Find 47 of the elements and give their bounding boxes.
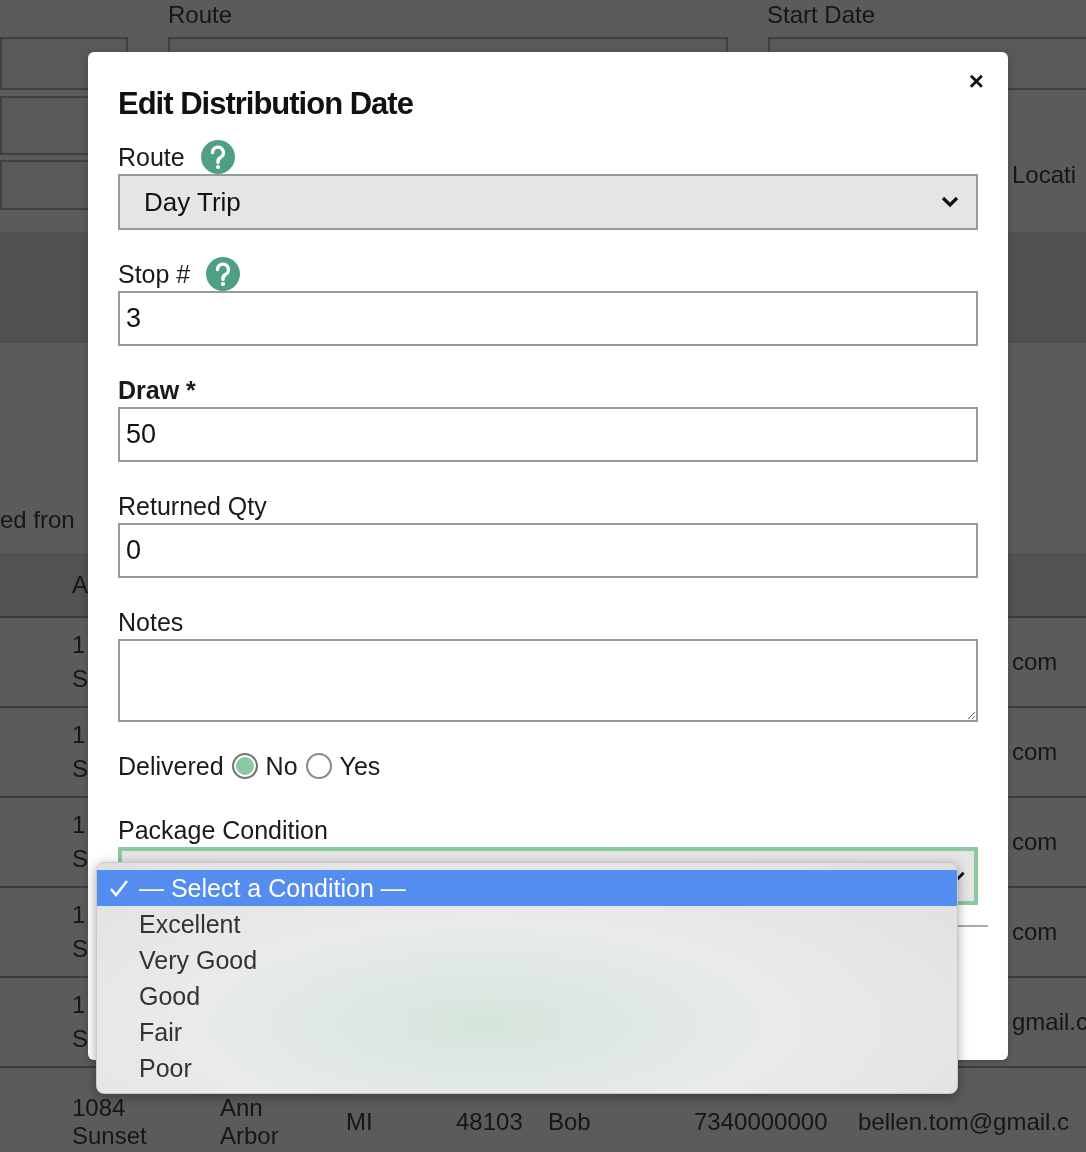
field-label: Start Date [767,0,877,30]
table-cell-text: com [1012,738,1059,766]
table-cell-text: com [1012,918,1059,946]
close-button[interactable]: × [964,64,988,99]
table-cell-text: com [1012,648,1059,676]
caption-text: ed fron [0,505,75,535]
radio-button[interactable] [231,753,258,779]
notes-field[interactable] [118,639,978,722]
table-cell-text: 1 S [72,810,86,874]
table-cell-text: Bob [548,1107,592,1136]
column-header: A [72,570,88,599]
table-cell-text: 1 S [72,990,86,1054]
dropdown-option[interactable]: Poor [97,1050,957,1086]
field-label: Route [168,0,234,30]
dropdown-option[interactable]: Very Good [97,942,957,978]
dropdown-option[interactable]: Fair [97,1014,957,1050]
field-label: Locati [1012,160,1078,190]
table-cell-text: com [1012,828,1059,856]
input-field[interactable]: 3 [118,291,978,346]
table-cell-text: 1 S [72,630,86,694]
checkmark-icon [109,878,129,898]
table-cell-text: bellen.tom@gmail.c [858,1107,1071,1136]
dialog-title: Edit Distribution Date [118,85,414,123]
dropdown-option[interactable]: Excellent [97,906,957,942]
table-cell-text: 1084 Sunset [72,1094,148,1150]
field-label: Route [118,142,185,173]
table-cell-text: MI [346,1107,374,1136]
table-cell-text: Ann Arbor [220,1094,280,1150]
field-label: Draw * [118,375,196,406]
help-icon[interactable] [206,257,241,291]
table-cell-text: 7340000000 [694,1107,829,1136]
table-cell-text: 1 S [72,720,86,784]
radio-button[interactable] [305,753,332,779]
table-cell-text: 48103 [456,1107,524,1136]
radio-label[interactable]: Yes [339,749,381,783]
radio-label[interactable]: No [265,749,298,783]
input-field[interactable]: 0 [118,523,978,578]
route-select[interactable]: Day Trip [118,174,978,230]
field-label: Delivered [118,751,224,782]
field-label: Package Condition [118,815,328,846]
field-label: Returned Qty [118,491,267,522]
field-label: Stop # [118,259,191,290]
table-cell-text: 1 S [72,900,86,964]
field-label: Notes [118,607,184,638]
input-field[interactable]: 50 [118,407,978,462]
dropdown-option[interactable]: Good [97,978,957,1014]
help-icon[interactable] [200,140,235,174]
